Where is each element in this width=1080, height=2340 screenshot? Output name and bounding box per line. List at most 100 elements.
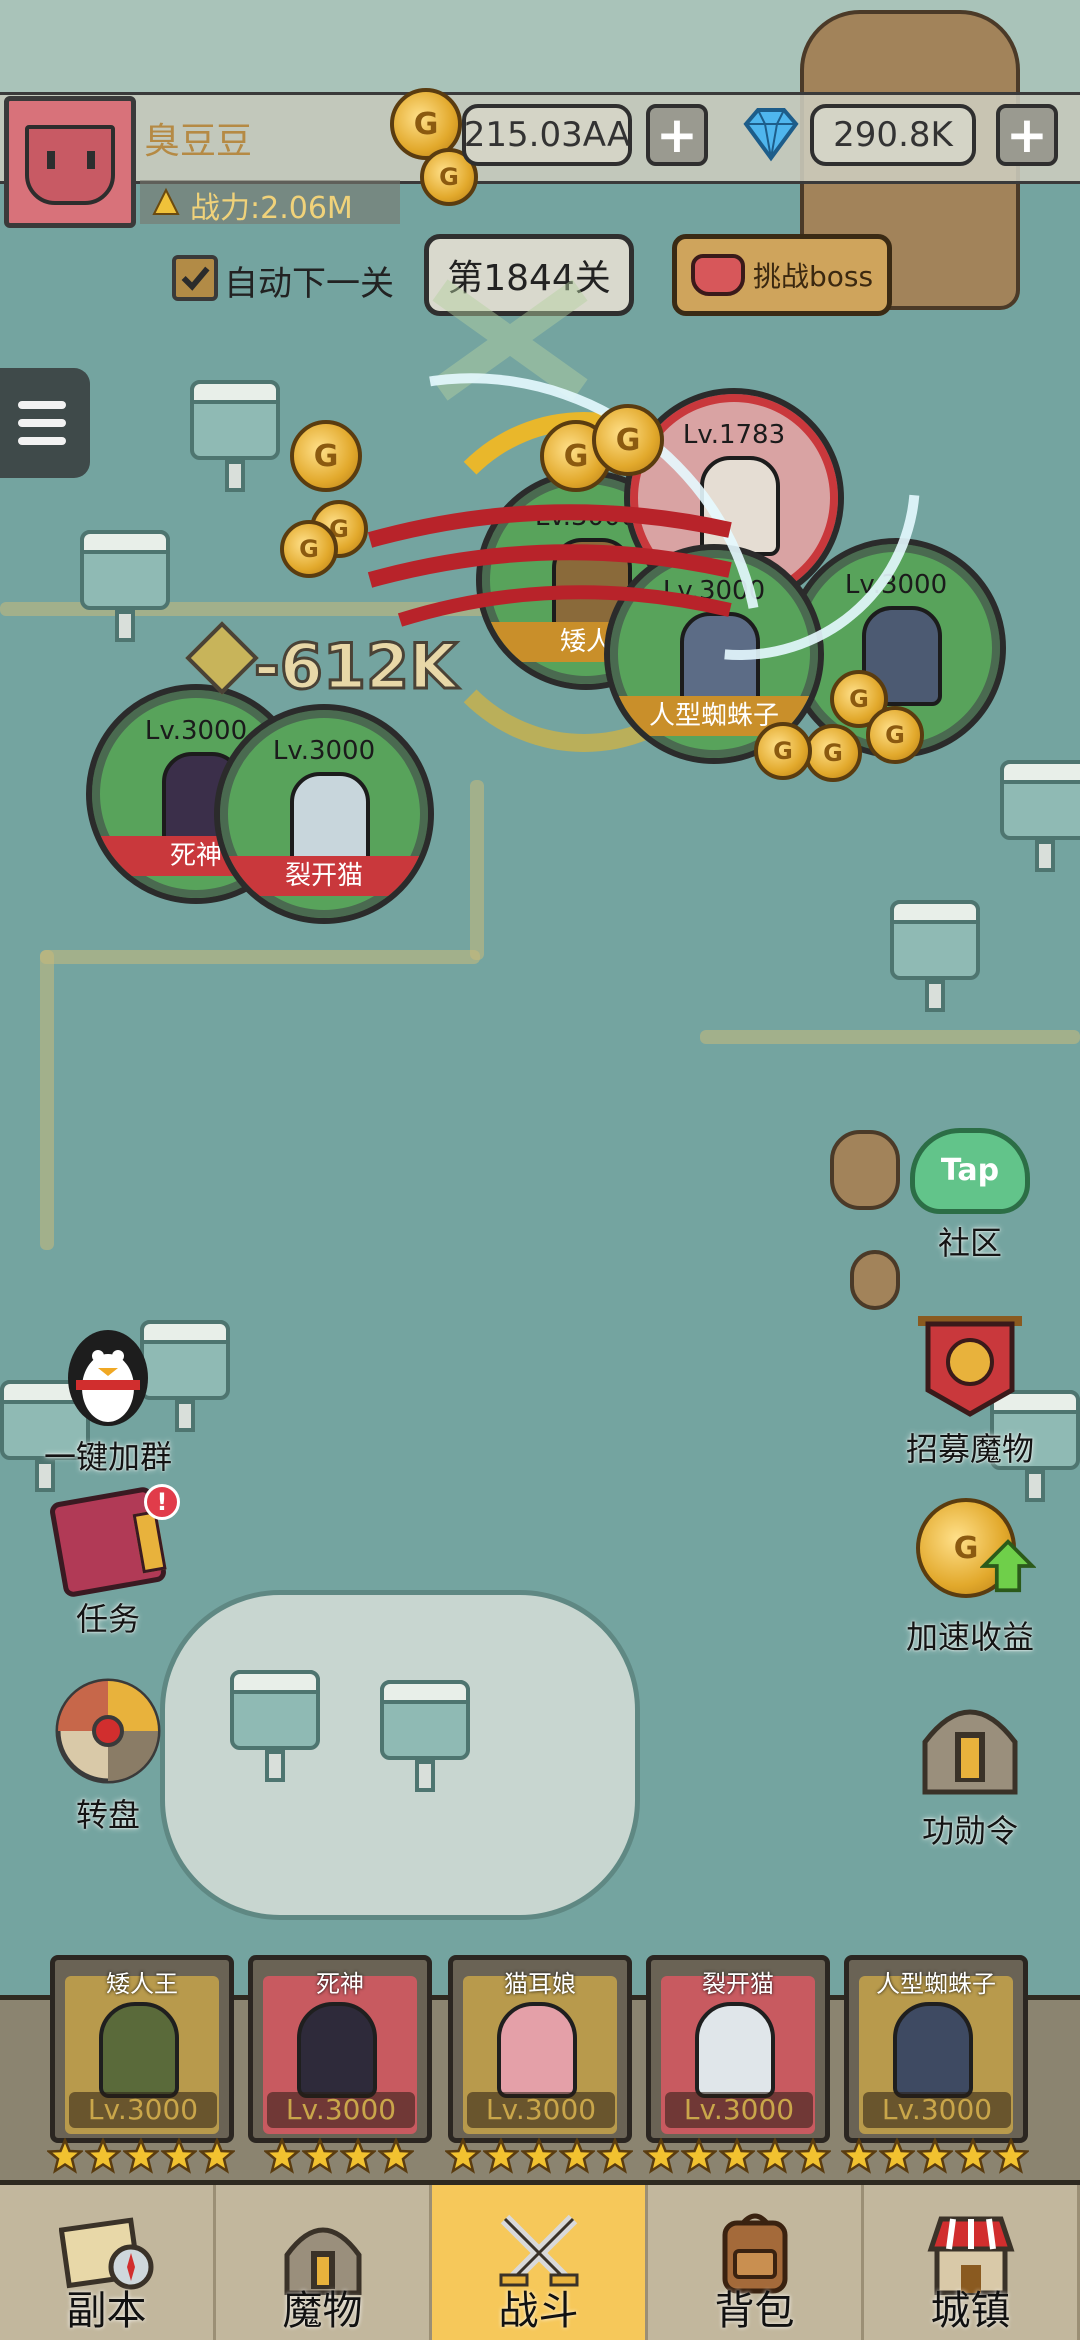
challenge-boss-label: 挑战boss	[752, 260, 874, 293]
diamond-icon	[743, 108, 799, 162]
hero-stars	[47, 2138, 235, 2178]
menu-button[interactable]	[0, 368, 90, 478]
star-icon	[445, 2138, 481, 2174]
hero-figure	[497, 2002, 577, 2098]
star-icon	[879, 2138, 915, 2174]
hero-figure	[695, 2002, 775, 2098]
power-icon	[152, 187, 180, 215]
drop-coin-icon[interactable]	[290, 420, 362, 492]
player-avatar[interactable]	[4, 96, 136, 228]
map-path	[700, 1030, 1080, 1044]
add-gems-button[interactable]: +	[996, 104, 1058, 166]
star-icon	[559, 2138, 595, 2174]
nav-backpack[interactable]: 背包	[648, 2185, 864, 2340]
hero-name: 裂开猫	[702, 1970, 774, 1998]
hero-level: Lv.3000	[665, 2092, 813, 2128]
map-path	[40, 950, 54, 1250]
map-tree	[80, 530, 170, 650]
map-tree	[890, 900, 980, 1020]
star-icon	[597, 2138, 633, 2174]
star-icon	[264, 2138, 300, 2174]
drop-coin-icon[interactable]	[866, 706, 924, 764]
hero-name: 死神	[316, 1970, 364, 1998]
hero-card[interactable]: 猫耳娘 Lv.3000	[448, 1955, 632, 2143]
hero-card[interactable]: 矮人王 Lv.3000	[50, 1955, 234, 2143]
star-icon	[955, 2138, 991, 2174]
wheel-button[interactable]: 转盘	[28, 1676, 188, 1836]
hero-stars	[643, 2138, 831, 2178]
hero-card[interactable]: 死神 Lv.3000	[248, 1955, 432, 2143]
nav-monsters[interactable]: 魔物	[216, 2185, 432, 2340]
drop-coin-icon[interactable]	[804, 724, 862, 782]
star-icon	[917, 2138, 953, 2174]
claw-slash-effect	[367, 504, 732, 627]
star-icon	[340, 2138, 376, 2174]
hamburger-icon	[18, 401, 66, 409]
hero-stars	[445, 2138, 633, 2178]
tasks-button[interactable]: ! 任务	[28, 1484, 188, 1640]
recruit-monsters-button[interactable]: 招募魔物	[890, 1310, 1050, 1470]
nav-dungeon[interactable]: 副本	[0, 2185, 216, 2340]
avatar-face	[25, 125, 115, 205]
penguin-icon	[68, 1330, 148, 1426]
wheel-icon	[55, 1678, 161, 1784]
star-icon	[993, 2138, 1029, 2174]
star-icon	[521, 2138, 557, 2174]
hero-figure	[297, 2002, 377, 2098]
boss-skull-icon	[690, 254, 745, 296]
star-icon	[199, 2138, 235, 2174]
task-alert-badge: !	[144, 1484, 180, 1520]
star-icon	[85, 2138, 121, 2174]
join-group-button[interactable]: 一键加群	[28, 1318, 188, 1478]
star-icon	[719, 2138, 755, 2174]
hero-stars	[841, 2138, 1029, 2178]
star-icon	[47, 2138, 83, 2174]
damage-number: -612K	[252, 629, 458, 705]
auto-next-label: 自动下一关	[224, 264, 394, 304]
player-name: 臭豆豆	[144, 121, 253, 162]
drop-coin-icon[interactable]	[754, 722, 812, 780]
map-tree	[380, 1680, 470, 1800]
community-button[interactable]: Tap 社区	[890, 1128, 1050, 1264]
hero-name: 矮人王	[106, 1970, 178, 1998]
hero-level: Lv.3000	[69, 2092, 217, 2128]
drop-coin-icon[interactable]	[592, 404, 664, 476]
auto-next-checkbox[interactable]	[172, 255, 218, 301]
speed-up-income-button[interactable]: 加速收益	[890, 1498, 1050, 1658]
gem-amount: 290.8K	[810, 104, 976, 166]
star-icon	[681, 2138, 717, 2174]
helmet-icon	[922, 1709, 1018, 1795]
hero-stars	[264, 2138, 414, 2178]
add-gold-button[interactable]: +	[646, 104, 708, 166]
gold-amount: 215.03AA	[462, 104, 632, 166]
power-value: 战力:2.06M	[190, 191, 353, 226]
check-icon	[181, 266, 210, 291]
tap-cloud-icon: Tap	[910, 1128, 1030, 1214]
star-icon	[841, 2138, 877, 2174]
nav-battle[interactable]: 战斗	[432, 2185, 648, 2340]
hero-figure	[99, 2002, 179, 2098]
star-icon	[757, 2138, 793, 2174]
map-path	[40, 950, 480, 964]
hero-card[interactable]: 人型蜘蛛子 Lv.3000	[844, 1955, 1028, 2143]
hero-level: Lv.3000	[863, 2092, 1011, 2128]
star-icon	[795, 2138, 831, 2174]
star-icon	[378, 2138, 414, 2174]
star-icon	[123, 2138, 159, 2174]
hero-card[interactable]: 裂开猫 Lv.3000	[646, 1955, 830, 2143]
star-icon	[643, 2138, 679, 2174]
merit-order-button[interactable]: 功勋令	[890, 1692, 1050, 1852]
nav-town[interactable]: 城镇	[864, 2185, 1080, 2340]
star-icon	[483, 2138, 519, 2174]
map-tree	[230, 1670, 320, 1790]
star-icon	[302, 2138, 338, 2174]
map-tree	[1000, 760, 1080, 880]
recruit-banner-icon	[918, 1316, 1022, 1417]
star-icon	[161, 2138, 197, 2174]
drop-coin-icon[interactable]	[280, 520, 338, 578]
hero-level: Lv.3000	[267, 2092, 415, 2128]
hero-name: 猫耳娘	[504, 1970, 576, 1998]
hero-figure	[893, 2002, 973, 2098]
hero-name: 人型蜘蛛子	[876, 1970, 996, 1998]
coin-speedup-icon	[910, 1498, 1036, 1608]
